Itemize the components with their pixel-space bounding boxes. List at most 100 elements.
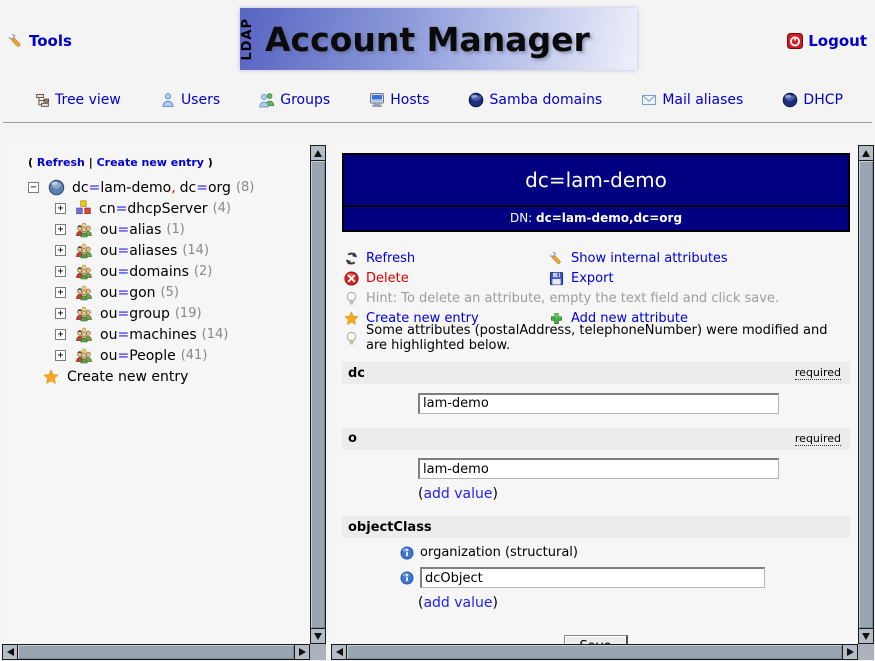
nav-dhcp[interactable]: DHCP [782, 92, 843, 108]
modified-note: Some attributes (postalAddress, telephon… [366, 323, 850, 353]
node-count: (19) [175, 306, 202, 321]
scroll-up-button[interactable] [310, 145, 326, 161]
nav-users[interactable]: Users [160, 92, 220, 108]
tree-vertical-scrollbar[interactable] [310, 145, 326, 644]
scrollbar-thumb[interactable] [18, 644, 294, 660]
tree-node-link[interactable]: ou=aliases [100, 243, 177, 259]
dc-input[interactable] [418, 393, 779, 414]
save-button[interactable]: Save [564, 635, 629, 644]
equals-sign: = [116, 201, 128, 217]
entry-actions: Refresh Show internal attributes Delete [344, 248, 850, 348]
tree-node: + cn=dhcpServer (4) [55, 198, 310, 219]
people-icon [75, 326, 93, 344]
refresh-icon [344, 251, 359, 266]
entry-horizontal-scrollbar[interactable] [331, 644, 858, 660]
entry-vertical-scrollbar[interactable] [858, 145, 874, 644]
nav-tree-view[interactable]: Tree view [35, 92, 121, 108]
people-icon [75, 221, 93, 239]
nav-hosts[interactable]: Hosts [369, 92, 429, 108]
paren: ) [208, 156, 213, 169]
info-icon[interactable] [400, 546, 414, 560]
tree-horizontal-scrollbar[interactable] [2, 644, 310, 660]
scrollbar-corner [858, 644, 874, 660]
expand-toggle[interactable]: + [55, 266, 66, 277]
nav-divider [3, 122, 872, 123]
tree-node-link[interactable]: cn=dhcpServer [99, 201, 208, 217]
logo-title: Account Manager [265, 20, 590, 59]
entry-content: dc=lam-demo DN: dc=lam-demo,dc=org Refre… [331, 145, 858, 644]
tree-frame: ( Refresh | Create new entry ) − dc=lam-… [2, 145, 326, 660]
objectclass-value: organization (structural) [420, 545, 578, 560]
expand-toggle[interactable]: + [55, 245, 66, 256]
scrollbar-thumb[interactable] [310, 161, 326, 628]
nav-label: DHCP [803, 92, 843, 108]
node-attr: cn [99, 201, 116, 217]
entry-dn: DN: dc=lam-demo,dc=org [344, 205, 848, 230]
expand-toggle[interactable]: + [55, 203, 66, 214]
node-count: (8) [236, 180, 254, 195]
o-input[interactable] [418, 458, 779, 479]
tree-node: + ou=aliases (14) [55, 240, 310, 261]
tree-node-link[interactable]: ou=domains [100, 264, 189, 280]
tree-node-link[interactable]: ou=gon [100, 285, 156, 301]
scroll-down-button[interactable] [858, 628, 874, 644]
add-value-link[interactable]: add value [423, 486, 492, 502]
tree-node-link[interactable]: ou=machines [100, 327, 197, 343]
tools-link[interactable]: Tools [8, 32, 72, 50]
paren: ( [28, 156, 33, 169]
equals-sign: = [117, 285, 129, 301]
nav-groups[interactable]: Groups [259, 92, 330, 108]
power-icon [787, 33, 803, 49]
nav-samba-domains[interactable]: Samba domains [468, 92, 602, 108]
equals-sign: = [117, 243, 129, 259]
nav-mail-aliases[interactable]: Mail aliases [641, 92, 743, 108]
expand-toggle[interactable]: + [55, 287, 66, 298]
tree-node-link[interactable]: ou=alias [100, 222, 161, 238]
info-icon[interactable] [400, 571, 414, 585]
tree-create-entry: Create new entry [43, 366, 310, 387]
equals-sign: = [89, 180, 101, 196]
node-attr: ou [100, 306, 117, 322]
tree-create-entry-link[interactable]: Create new entry [97, 156, 204, 169]
scrollbar-thumb[interactable] [347, 644, 842, 660]
tree-node: + ou=machines (14) [55, 324, 310, 345]
scroll-left-button[interactable] [2, 644, 18, 660]
logout-link[interactable]: Logout [787, 32, 867, 50]
equals-sign: = [117, 348, 129, 364]
collapse-toggle[interactable]: − [28, 182, 39, 193]
node-value: People [129, 348, 176, 364]
nav-label: Users [181, 92, 220, 108]
host-icon [369, 92, 385, 108]
objectclass-input[interactable] [420, 567, 765, 588]
wrench-icon [8, 33, 24, 49]
create-new-entry-link[interactable]: Create new entry [67, 369, 188, 385]
scroll-right-button[interactable] [294, 644, 310, 660]
up-arrow-icon [862, 150, 870, 157]
node-count: (4) [213, 201, 231, 216]
scroll-down-button[interactable] [310, 628, 326, 644]
tree-node-link[interactable]: ou=group [100, 306, 170, 322]
dn-value: dc=lam-demo,dc=org [536, 211, 682, 225]
scrollbar-thumb[interactable] [858, 161, 874, 628]
refresh-link[interactable]: Refresh [366, 251, 415, 266]
add-value-link[interactable]: add value [423, 595, 492, 611]
show-internal-attributes-link[interactable]: Show internal attributes [571, 251, 728, 266]
expand-toggle[interactable]: + [55, 350, 66, 361]
delete-link[interactable]: Delete [366, 271, 409, 286]
add-value-row: (add value) [418, 486, 850, 502]
tree-node-link[interactable]: dc=lam-demo,dc=org [72, 180, 231, 196]
expand-toggle[interactable]: + [55, 224, 66, 235]
equals-sign: = [117, 327, 129, 343]
node-attr: ou [100, 243, 117, 259]
expand-toggle[interactable]: + [55, 329, 66, 340]
scroll-up-button[interactable] [858, 145, 874, 161]
expand-toggle[interactable]: + [55, 308, 66, 319]
tree-refresh-link[interactable]: Refresh [37, 156, 85, 169]
mail-icon [641, 92, 657, 108]
scroll-left-button[interactable] [331, 644, 347, 660]
node-value: org [208, 180, 231, 196]
user-icon [160, 92, 176, 108]
tree-node-link[interactable]: ou=People [100, 348, 176, 364]
export-link[interactable]: Export [571, 271, 614, 286]
scroll-right-button[interactable] [842, 644, 858, 660]
